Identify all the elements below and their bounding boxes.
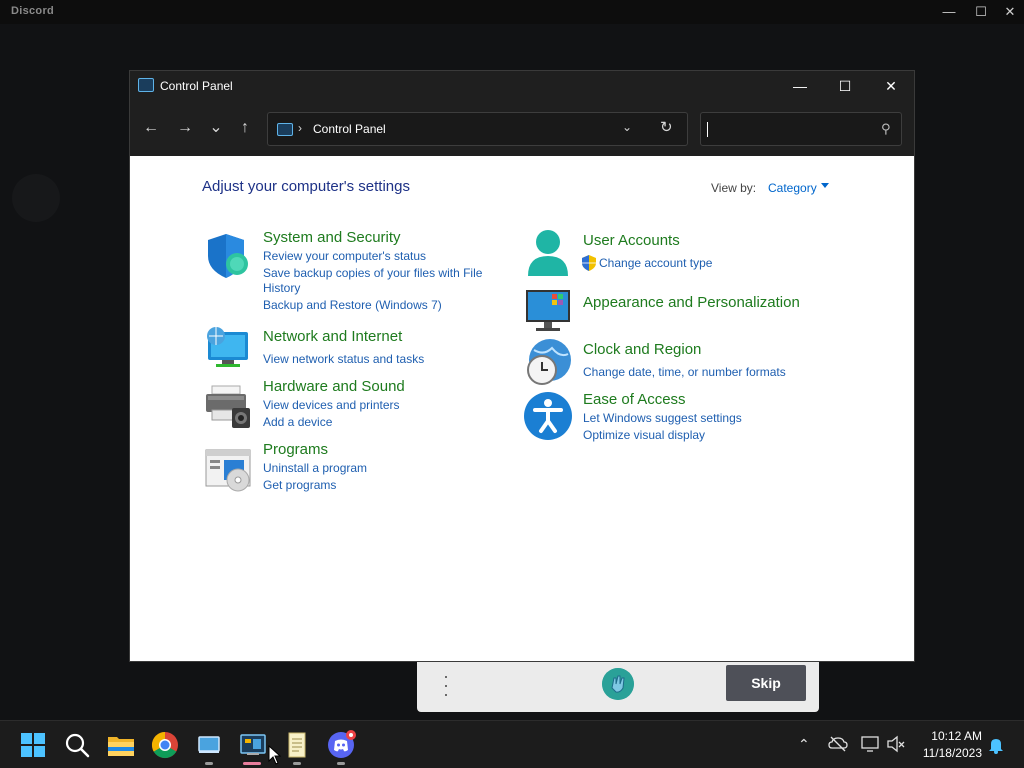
uac-shield-icon — [582, 255, 596, 271]
search-icon[interactable]: ⚲ — [881, 121, 891, 137]
wave-hand-icon — [602, 668, 634, 700]
control-panel-icon — [138, 78, 154, 92]
control-panel-window: Control Panel — ☐ ✕ ← → ⌄ ↑ › Control Pa… — [129, 70, 915, 662]
view-by-arrow-icon[interactable] — [821, 183, 829, 188]
link-change-date-time[interactable]: Change date, time, or number formats — [583, 365, 786, 379]
page-title: Adjust your computer's settings — [202, 178, 410, 195]
link-file-history[interactable]: Save backup copies of your files with Fi… — [263, 266, 495, 296]
view-by-label: View by: — [711, 181, 757, 195]
notepad-icon[interactable] — [281, 729, 313, 761]
discord-title: Discord — [11, 5, 55, 17]
taskbar: ⌃ 10:12 AM 11/18/2023 — [0, 720, 1024, 768]
running-indicator — [205, 762, 213, 765]
more-options-icon[interactable]: · · · — [443, 667, 449, 703]
volume-muted-icon[interactable] — [886, 735, 906, 753]
running-indicator — [337, 762, 345, 765]
printer-icon — [206, 385, 250, 428]
discord-bottom-panel: · · · Skip — [417, 662, 819, 712]
window-title: Control Panel — [160, 79, 233, 93]
programs-icon — [205, 449, 251, 492]
network-icon — [207, 327, 248, 367]
link-review-status[interactable]: Review your computer's status — [263, 249, 426, 263]
category-title-network-internet[interactable]: Network and Internet — [263, 328, 402, 345]
discord-avatar-placeholder — [12, 174, 60, 222]
category-title-ease-of-access[interactable]: Ease of Access — [583, 391, 686, 408]
link-add-device[interactable]: Add a device — [263, 415, 332, 429]
close-button[interactable]: ✕ — [868, 71, 914, 101]
start-icon[interactable] — [17, 729, 49, 761]
category-title-hardware-sound[interactable]: Hardware and Sound — [263, 378, 405, 395]
breadcrumb-separator-icon[interactable]: › — [298, 121, 302, 135]
accessibility-icon — [524, 392, 572, 440]
link-uninstall-program[interactable]: Uninstall a program — [263, 461, 367, 475]
category-title-appearance[interactable]: Appearance and Personalization — [583, 294, 800, 311]
link-network-status[interactable]: View network status and tasks — [263, 352, 424, 366]
user-icon — [528, 230, 568, 276]
link-devices-printers[interactable]: View devices and printers — [263, 398, 400, 412]
discord-titlebar: Discord — ☐ ✕ — [0, 0, 1024, 24]
address-bar[interactable]: › Control Panel ⌄ ↻ — [267, 112, 688, 146]
window-titlebar: Control Panel — ☐ ✕ — [130, 71, 914, 101]
running-indicator — [293, 762, 301, 765]
file-explorer-icon[interactable] — [105, 729, 137, 761]
onedrive-offline-icon[interactable] — [828, 736, 848, 752]
forward-arrow-icon[interactable]: → — [172, 115, 198, 141]
discord-maximize-button[interactable]: ☐ — [972, 3, 990, 21]
monitor-icon — [526, 290, 570, 331]
control-panel-icon[interactable] — [237, 729, 269, 761]
minimize-button[interactable]: — — [777, 71, 823, 101]
tray-overflow-icon[interactable]: ⌃ — [798, 736, 810, 753]
chrome-icon[interactable] — [149, 729, 181, 761]
view-by-dropdown[interactable]: Category — [768, 181, 817, 195]
category-title-programs[interactable]: Programs — [263, 441, 328, 458]
app-window-icon[interactable] — [193, 729, 225, 761]
search-icon[interactable] — [61, 729, 93, 761]
link-get-programs[interactable]: Get programs — [263, 478, 336, 492]
search-input[interactable]: ⚲ — [700, 112, 902, 146]
breadcrumb-control-panel[interactable]: Control Panel — [313, 122, 386, 136]
category-title-user-accounts[interactable]: User Accounts — [583, 232, 680, 249]
clock-globe-icon — [527, 339, 571, 385]
recent-locations-icon[interactable]: ⌄ — [203, 115, 229, 141]
network-status-icon[interactable] — [861, 735, 881, 753]
up-arrow-icon[interactable]: ↑ — [232, 115, 258, 141]
mouse-cursor-icon — [268, 745, 282, 765]
link-change-account-type[interactable]: Change account type — [599, 256, 712, 270]
shield-icon — [208, 234, 248, 278]
back-arrow-icon[interactable]: ← — [138, 115, 164, 141]
active-indicator — [243, 762, 261, 765]
address-dropdown-icon[interactable]: ⌄ — [622, 120, 632, 134]
navigation-toolbar: ← → ⌄ ↑ › Control Panel ⌄ ↻ ⚲ — [130, 101, 914, 156]
discord-icon[interactable] — [325, 729, 357, 761]
clock-time[interactable]: 10:12 AM — [916, 729, 982, 743]
refresh-icon[interactable]: ↻ — [660, 118, 673, 136]
category-title-clock-region[interactable]: Clock and Region — [583, 341, 701, 358]
clock-date[interactable]: 11/18/2023 — [916, 746, 982, 760]
text-caret — [707, 122, 708, 137]
discord-minimize-button[interactable]: — — [940, 3, 958, 21]
category-title-system-security[interactable]: System and Security — [263, 229, 401, 246]
control-panel-content: Adjust your computer's settings View by:… — [130, 156, 914, 661]
control-panel-small-icon — [277, 123, 293, 136]
link-optimize-display[interactable]: Optimize visual display — [583, 428, 705, 442]
link-backup-restore[interactable]: Backup and Restore (Windows 7) — [263, 298, 442, 312]
link-suggest-settings[interactable]: Let Windows suggest settings — [583, 411, 742, 425]
discord-close-button[interactable]: ✕ — [1001, 3, 1019, 21]
maximize-button[interactable]: ☐ — [822, 71, 868, 101]
notification-bell-icon[interactable] — [988, 736, 1004, 754]
skip-button[interactable]: Skip — [726, 665, 806, 701]
